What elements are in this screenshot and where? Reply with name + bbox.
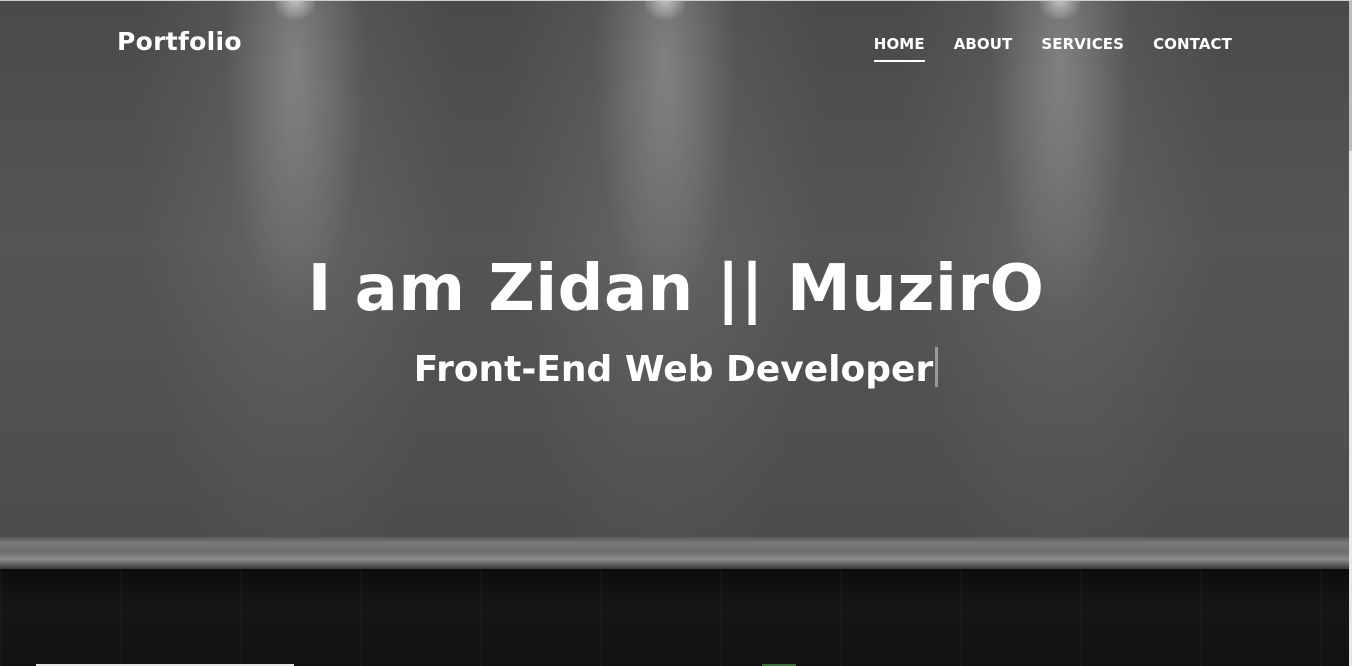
nav-item-about: ABOUT — [954, 34, 1013, 53]
nav-link-about[interactable]: ABOUT — [954, 35, 1013, 53]
hero-subtitle-line: Front-End Web Developer — [0, 345, 1352, 395]
hero-title: I am Zidan || MuzirO — [307, 252, 1045, 326]
page: Portfolio HOME ABOUT SERVICES CONTACT I … — [0, 0, 1352, 666]
nav-item-contact: CONTACT — [1153, 34, 1232, 53]
nav-menu: HOME ABOUT SERVICES CONTACT — [874, 34, 1232, 53]
brand-logo-link[interactable]: Portfolio — [117, 27, 242, 56]
nav-link-home[interactable]: HOME — [874, 35, 925, 53]
nav-item-home: HOME — [874, 34, 925, 53]
hero-subtitle: Front-End Web Developer — [413, 349, 934, 390]
nav-link-contact[interactable]: CONTACT — [1153, 35, 1232, 53]
stage-floor — [0, 569, 1352, 666]
nav-item-services: SERVICES — [1041, 34, 1124, 53]
nav-link-services[interactable]: SERVICES — [1041, 35, 1124, 53]
hero-section: I am Zidan || MuzirO Front-End Web Devel… — [0, 245, 1352, 395]
stage-baseboard — [0, 537, 1352, 569]
typing-cursor — [935, 347, 939, 387]
navbar: Portfolio HOME ABOUT SERVICES CONTACT — [0, 1, 1352, 87]
